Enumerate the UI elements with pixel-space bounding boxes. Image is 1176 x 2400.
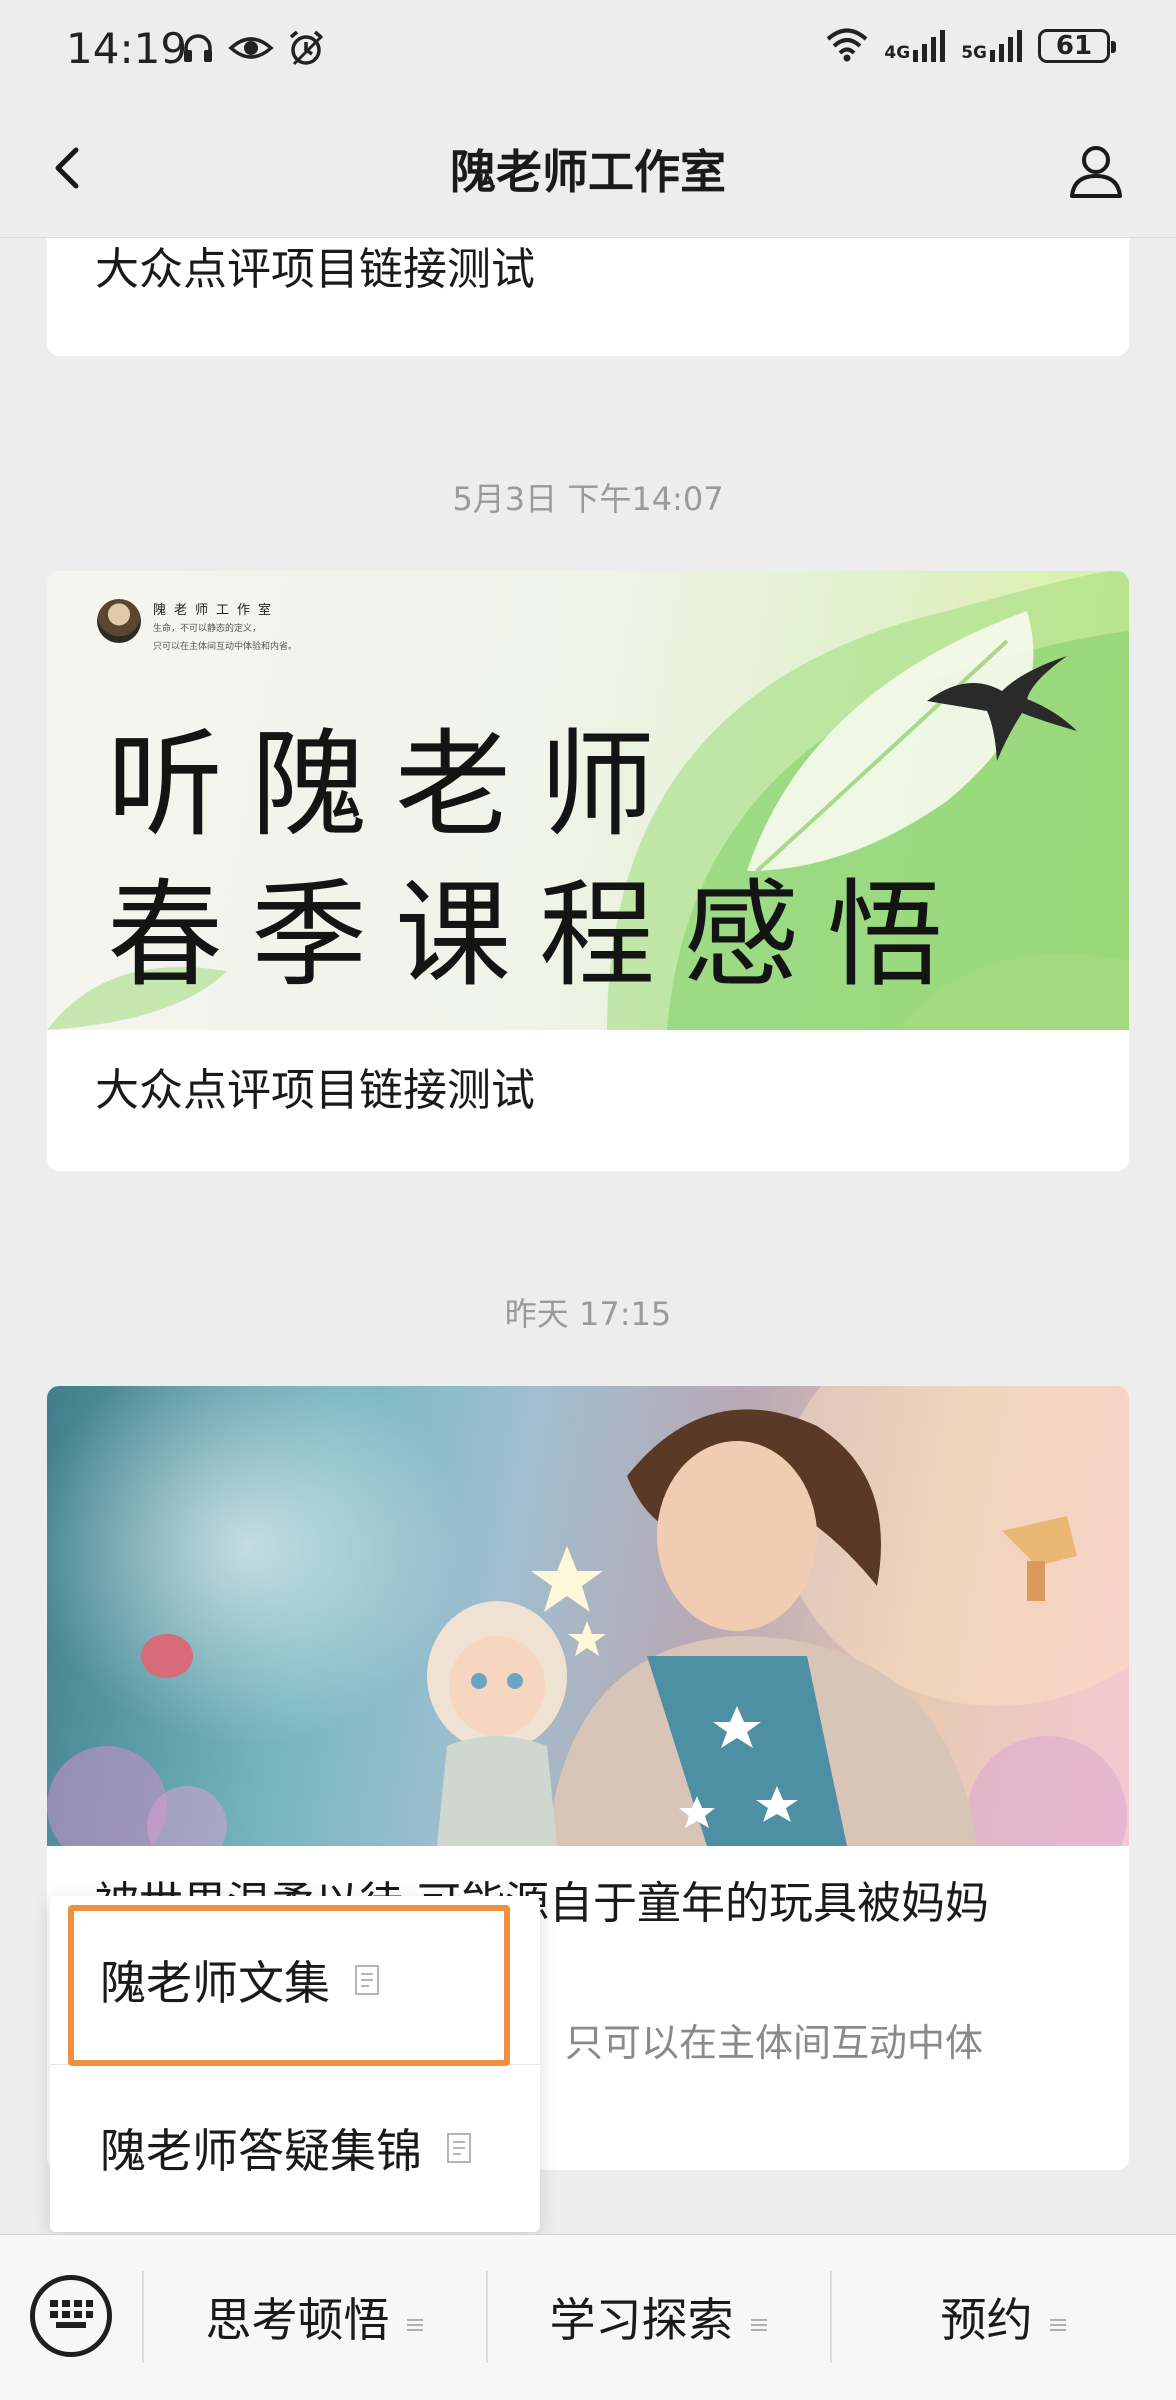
brand-quote-line2: 只可以在主体间互动中体验和内省。 bbox=[153, 642, 298, 652]
keyboard-toggle-button[interactable] bbox=[30, 2275, 112, 2357]
wifi-icon bbox=[824, 26, 870, 66]
status-bar: 14:19 4G 5G 61 bbox=[0, 0, 1176, 100]
menu-button-label: 学习探索 bbox=[549, 2293, 734, 2347]
article-summary: ，只可以在主体间互动中体 bbox=[527, 2021, 984, 2065]
eye-icon bbox=[228, 30, 274, 70]
menu-button-booking[interactable]: 预约 bbox=[831, 2265, 1176, 2369]
status-left-icons bbox=[180, 28, 326, 72]
document-icon bbox=[446, 2121, 472, 2175]
article-title: 大众点评项目链接测试 bbox=[95, 244, 535, 295]
article-card[interactable]: 隗老师工作室 生命，不可以静态的定义， 只可以在主体间互动中体验和内省。 听隗老… bbox=[47, 571, 1129, 1171]
nav-bar: 隗老师工作室 bbox=[0, 100, 1176, 238]
article-card[interactable]: 大众点评项目链接测试 bbox=[47, 238, 1129, 356]
submenu-item-label: 隗老师文集 bbox=[100, 1956, 330, 2010]
menu-lines-icon bbox=[1049, 2290, 1067, 2344]
brand-name: 隗老师工作室 bbox=[153, 603, 280, 618]
menu-button-label: 预约 bbox=[940, 2293, 1033, 2347]
net-4g-label: 4G bbox=[884, 43, 911, 63]
brand-watermark: 隗老师工作室 生命，不可以静态的定义， 只可以在主体间互动中体验和内省。 bbox=[97, 599, 297, 654]
submenu-item-qa-highlights[interactable]: 隗老师答疑集锦 bbox=[50, 2064, 540, 2232]
brand-quote-line1: 生命，不可以静态的定义， bbox=[153, 624, 262, 634]
signal-bars-icon bbox=[913, 30, 946, 62]
banner-headline-line2: 春季课程感悟 bbox=[107, 868, 971, 1003]
bottom-menu-bar: 思考顿悟 学习探索 预约 bbox=[0, 2234, 1176, 2400]
menu-button-thinking[interactable]: 思考顿悟 bbox=[143, 2265, 486, 2369]
menu-button-learning[interactable]: 学习探索 bbox=[487, 2265, 830, 2369]
menu-button-label: 思考顿悟 bbox=[205, 2293, 390, 2347]
article-cover-image: 隗老师工作室 生命，不可以静态的定义， 只可以在主体间互动中体验和内省。 听隗老… bbox=[47, 571, 1129, 1030]
status-time: 14:19 bbox=[66, 24, 188, 73]
message-timestamp: 昨天 17:15 bbox=[504, 1295, 672, 1333]
alarm-icon bbox=[286, 28, 326, 72]
keyboard-icon bbox=[48, 2298, 94, 2334]
headphones-icon bbox=[180, 30, 216, 70]
page-title: 隗老师工作室 bbox=[450, 145, 726, 199]
mother-and-doll-illustration bbox=[47, 1386, 1129, 1846]
cellular-5g-signal: 5G bbox=[961, 30, 1024, 62]
net-5g-label: 5G bbox=[961, 43, 987, 63]
submenu-item-collected-works[interactable]: 隗老师文集 bbox=[50, 1896, 540, 2064]
brand-avatar bbox=[97, 599, 141, 643]
article-cover-photo bbox=[47, 1386, 1129, 1846]
profile-icon[interactable] bbox=[1066, 140, 1126, 200]
menu-lines-icon bbox=[750, 2290, 768, 2344]
message-timestamp: 5月3日 下午14:07 bbox=[452, 480, 724, 518]
document-icon bbox=[354, 1953, 380, 2007]
swallow-bird-icon bbox=[927, 651, 1077, 765]
banner-headline-line1: 听隗老师 bbox=[107, 718, 683, 853]
cellular-4g-signal: 4G bbox=[884, 30, 947, 62]
status-right: 4G 5G 61 bbox=[824, 26, 1116, 66]
submenu-item-label: 隗老师答疑集锦 bbox=[100, 2124, 422, 2178]
signal-bars-icon bbox=[990, 30, 1022, 62]
menu-lines-icon bbox=[406, 2290, 424, 2344]
submenu-popup: 隗老师文集 隗老师答疑集锦 bbox=[50, 1896, 540, 2232]
article-title: 大众点评项目链接测试 bbox=[95, 1065, 535, 1116]
battery-indicator: 61 bbox=[1038, 29, 1116, 63]
